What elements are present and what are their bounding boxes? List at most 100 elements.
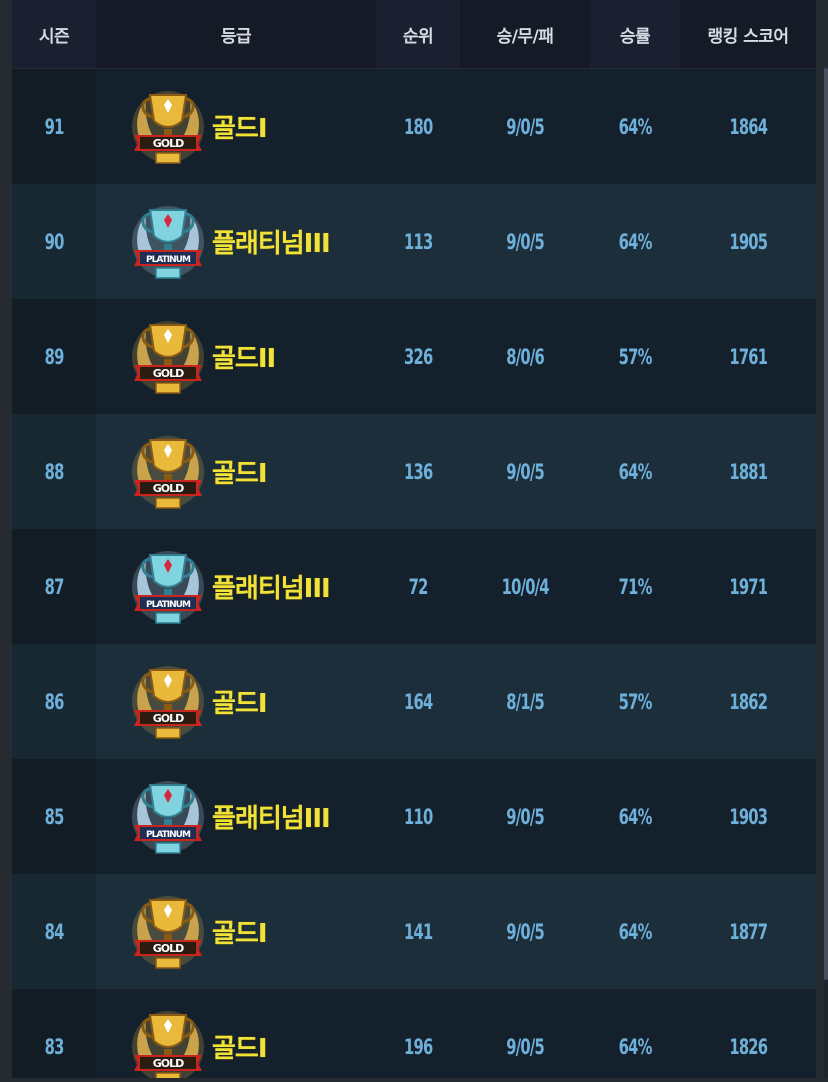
platinum-emblem-icon: PLATINUM (132, 205, 204, 279)
grade-cell: GOLD 골드II (96, 299, 376, 414)
gold-emblem-icon: GOLD (132, 1010, 204, 1078)
score-cell: 1971 (680, 529, 816, 644)
header-rank[interactable]: 순위 (376, 0, 460, 68)
score-cell: 1862 (680, 644, 816, 759)
wdl-cell: 9/0/5 (460, 414, 590, 529)
table-row[interactable]: 84 GOLD 골드I 141 9/0/5 64% 1877 (12, 874, 816, 989)
svg-text:GOLD: GOLD (153, 137, 184, 150)
svg-text:PLATINUM: PLATINUM (146, 830, 191, 840)
table-row[interactable]: 88 GOLD 골드I 136 9/0/5 64% 1881 (12, 414, 816, 529)
win-rate-value: 64% (618, 229, 653, 254)
grade-name: 골드I (212, 919, 268, 949)
win-rate-cell: 57% (590, 299, 680, 414)
table-row[interactable]: 90 PLATINUM 플래티넘III 113 9/0/5 64% 1905 (12, 184, 816, 299)
ranking-score-value: 1881 (729, 459, 768, 484)
header-season[interactable]: 시즌 (12, 0, 96, 68)
grade-name: 골드I (212, 1034, 268, 1064)
season-history-table: 시즌 등급 순위 승/무/패 승률 랭킹 스코어 91 GOLD 골드I 180… (12, 0, 816, 1078)
gold-emblem-icon: GOLD (132, 90, 204, 164)
ranking-score-value: 1905 (729, 229, 768, 254)
win-rate-value: 57% (618, 689, 653, 714)
svg-text:PLATINUM: PLATINUM (146, 255, 191, 265)
rank-cell: 141 (376, 874, 460, 989)
rank-cell: 326 (376, 299, 460, 414)
svg-text:GOLD: GOLD (153, 942, 184, 955)
score-cell: 1864 (680, 69, 816, 184)
table-row[interactable]: 87 PLATINUM 플래티넘III 72 10/0/4 71% 1971 (12, 529, 816, 644)
ranking-score-value: 1862 (729, 689, 768, 714)
rank-value: 180 (403, 114, 433, 139)
season-value: 85 (44, 804, 65, 829)
rank-cell: 136 (376, 414, 460, 529)
ranking-score-value: 1877 (729, 919, 768, 944)
gold-emblem-icon: GOLD (132, 320, 204, 394)
rank-value: 164 (403, 689, 433, 714)
rank-cell: 196 (376, 989, 460, 1078)
rank-cell: 110 (376, 759, 460, 874)
wdl-cell: 9/0/5 (460, 874, 590, 989)
wdl-value: 9/0/5 (506, 919, 544, 944)
season-cell: 91 (12, 69, 96, 184)
grade-name: 골드I (212, 459, 268, 489)
gold-emblem-icon: GOLD (132, 665, 204, 739)
wdl-value: 9/0/5 (506, 114, 544, 139)
grade-name: 골드II (212, 344, 276, 374)
season-value: 88 (44, 459, 65, 484)
win-rate-cell: 64% (590, 989, 680, 1078)
win-rate-value: 71% (618, 574, 653, 599)
season-value: 89 (44, 344, 65, 369)
win-rate-cell: 71% (590, 529, 680, 644)
header-wdl[interactable]: 승/무/패 (460, 0, 590, 68)
score-cell: 1826 (680, 989, 816, 1078)
wdl-cell: 9/0/5 (460, 759, 590, 874)
rank-value: 326 (403, 344, 433, 369)
table-row[interactable]: 85 PLATINUM 플래티넘III 110 9/0/5 64% 1903 (12, 759, 816, 874)
scrollbar-thumb[interactable] (824, 68, 828, 980)
season-cell: 85 (12, 759, 96, 874)
platinum-emblem-icon: PLATINUM (132, 780, 204, 854)
grade-name: 플래티넘III (212, 229, 331, 259)
win-rate-value: 64% (618, 919, 653, 944)
table-row[interactable]: 91 GOLD 골드I 180 9/0/5 64% 1864 (12, 69, 816, 184)
season-cell: 89 (12, 299, 96, 414)
wdl-cell: 8/1/5 (460, 644, 590, 759)
wdl-value: 9/0/5 (506, 229, 544, 254)
gold-emblem-icon: GOLD (132, 895, 204, 969)
rank-cell: 113 (376, 184, 460, 299)
grade-cell: GOLD 골드I (96, 644, 376, 759)
win-rate-cell: 57% (590, 644, 680, 759)
header-ranking-score[interactable]: 랭킹 스코어 (680, 0, 816, 68)
season-value: 90 (44, 229, 65, 254)
wdl-value: 9/0/5 (506, 459, 544, 484)
win-rate-value: 64% (618, 1034, 653, 1059)
grade-cell: GOLD 골드I (96, 69, 376, 184)
table-row[interactable]: 86 GOLD 골드I 164 8/1/5 57% 1862 (12, 644, 816, 759)
win-rate-value: 64% (618, 114, 653, 139)
table-row[interactable]: 83 GOLD 골드I 196 9/0/5 64% 1826 (12, 989, 816, 1078)
svg-text:GOLD: GOLD (153, 482, 184, 495)
header-grade[interactable]: 등급 (96, 0, 376, 68)
table-body: 91 GOLD 골드I 180 9/0/5 64% 1864 90 PLATIN… (12, 69, 816, 1078)
header-win-rate[interactable]: 승률 (590, 0, 680, 68)
win-rate-cell: 64% (590, 69, 680, 184)
table-row[interactable]: 89 GOLD 골드II 326 8/0/6 57% 1761 (12, 299, 816, 414)
wdl-cell: 9/0/5 (460, 69, 590, 184)
score-cell: 1903 (680, 759, 816, 874)
win-rate-cell: 64% (590, 184, 680, 299)
grade-cell: GOLD 골드I (96, 989, 376, 1078)
rank-cell: 180 (376, 69, 460, 184)
wdl-cell: 9/0/5 (460, 184, 590, 299)
grade-cell: PLATINUM 플래티넘III (96, 759, 376, 874)
win-rate-value: 64% (618, 804, 653, 829)
ranking-score-value: 1761 (729, 344, 768, 369)
season-value: 86 (44, 689, 65, 714)
score-cell: 1877 (680, 874, 816, 989)
win-rate-value: 57% (618, 344, 653, 369)
rank-value: 110 (403, 804, 433, 829)
rank-value: 141 (403, 919, 433, 944)
platinum-emblem-icon: PLATINUM (132, 550, 204, 624)
rank-cell: 164 (376, 644, 460, 759)
wdl-value: 8/0/6 (506, 344, 544, 369)
wdl-value: 9/0/5 (506, 804, 544, 829)
season-cell: 87 (12, 529, 96, 644)
